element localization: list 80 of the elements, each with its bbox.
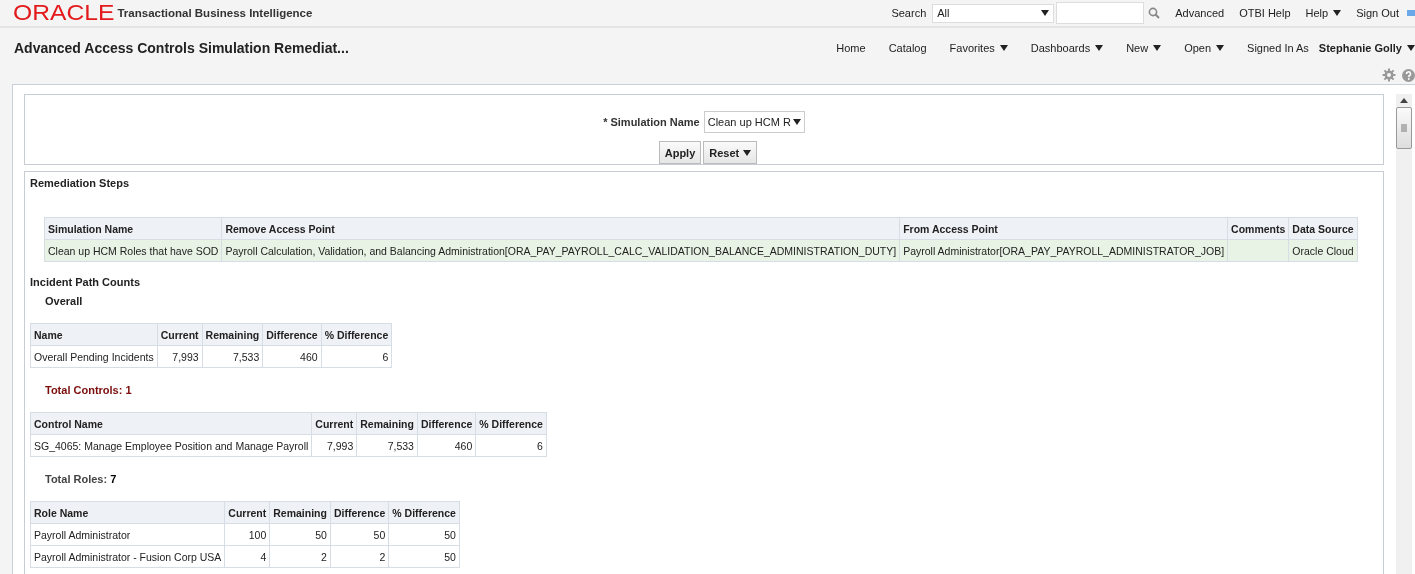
column-header: From Access Point: [899, 217, 1228, 240]
table-cell: 7,993: [311, 434, 357, 457]
table-cell: 460: [262, 345, 322, 368]
table-cell: 7,533: [202, 345, 263, 368]
subsection-title: Overall: [45, 295, 84, 307]
table-cell: SG_4065: Manage Employee Position and Manage Payroll: [30, 434, 312, 457]
nav-link[interactable]: Home: [836, 42, 866, 54]
column-header: Difference: [330, 501, 389, 524]
scroll-up-icon[interactable]: [1400, 98, 1408, 103]
table-cell: 4: [224, 545, 270, 568]
total-label: Total Controls: 1: [45, 384, 133, 396]
nav-link[interactable]: Favorites: [949, 42, 1008, 54]
table-cell: Payroll Calculation, Validation, and Balancing Administration[ORA_PAY_PAYROLL_CALC_VALIDATION_BALANCE_ADMINISTRATION_DUTY]: [221, 239, 900, 262]
column-header: Role Name: [30, 501, 225, 524]
nav-link[interactable]: Catalog: [888, 42, 927, 54]
column-header: Current: [157, 323, 203, 346]
table-cell: 100: [224, 523, 270, 546]
section-title: Incident Path Counts: [30, 276, 141, 288]
column-header: Name: [30, 323, 158, 346]
column-header: Control Name: [30, 412, 312, 435]
table-cell: 6: [475, 434, 547, 457]
table-cell: 6: [321, 345, 392, 368]
section-title: Remediation Steps: [30, 177, 131, 189]
table-cell: 50: [388, 545, 460, 568]
action-button[interactable]: Apply: [658, 141, 702, 164]
status-icon: [1407, 10, 1415, 16]
search-label: Search: [891, 7, 927, 19]
column-header: Current: [311, 412, 357, 435]
signed-in-label: Signed In As: [1247, 42, 1309, 54]
table-cell: 460: [417, 434, 476, 457]
table-cell: Payroll Administrator - Fusion Corp USA: [30, 545, 225, 568]
column-header: Comments: [1227, 217, 1289, 240]
grip-icon: [1401, 124, 1407, 132]
header-link[interactable]: OTBI Help: [1239, 7, 1291, 19]
simulation-dropdown[interactable]: Clean up HCM R: [703, 111, 805, 133]
table-cell: Payroll Administrator[ORA_PAY_PAYROLL_ADMINISTRATOR_JOB]: [899, 239, 1228, 262]
column-header: % Difference: [321, 323, 392, 346]
table-cell: 50: [388, 523, 460, 546]
header-link[interactable]: Advanced: [1175, 7, 1225, 19]
settings-icon[interactable]: [1382, 68, 1396, 82]
table-cell: Clean up HCM Roles that have SOD: [44, 239, 222, 262]
search-field[interactable]: [1056, 2, 1145, 24]
table-cell: 50: [330, 523, 389, 546]
column-header: Difference: [417, 412, 476, 435]
column-header: Data Source: [1288, 217, 1358, 240]
header-link[interactable]: Help: [1305, 7, 1342, 19]
search-scope-dropdown[interactable]: All: [932, 3, 1055, 23]
column-header: % Difference: [475, 412, 547, 435]
nav-link[interactable]: Dashboards: [1030, 42, 1104, 54]
column-header: Simulation Name: [44, 217, 222, 240]
table-cell: 7,533: [356, 434, 418, 457]
caret-icon: [1407, 45, 1415, 51]
table-cell: 2: [330, 545, 389, 568]
column-header: Remaining: [269, 501, 331, 524]
search-icon[interactable]: [1148, 7, 1161, 19]
caret-icon: [792, 119, 801, 125]
prompt-label: * Simulation Name: [603, 116, 700, 128]
table-cell: 7,993: [157, 345, 203, 368]
column-header: Remaining: [356, 412, 418, 435]
page-title: Advanced Access Controls Simulation Remediat...: [14, 40, 349, 56]
nav-link[interactable]: New: [1126, 42, 1162, 54]
table-cell: Payroll Administrator: [30, 523, 225, 546]
table-cell: 50: [269, 523, 331, 546]
total-label: Total Roles: 7: [45, 473, 118, 485]
column-header: % Difference: [388, 501, 460, 524]
help-icon[interactable]: [1402, 68, 1415, 82]
nav-link[interactable]: Open: [1184, 42, 1225, 54]
column-header: Remaining: [202, 323, 263, 346]
column-header: Difference: [262, 323, 322, 346]
logo: ORACLE: [13, 2, 115, 24]
user-menu[interactable]: Stephanie Golly: [1318, 42, 1415, 54]
column-header: Remove Access Point: [221, 217, 900, 240]
header-link[interactable]: Sign Out: [1356, 7, 1399, 19]
menu-button[interactable]: Reset: [703, 141, 758, 164]
column-header: Current: [224, 501, 270, 524]
table-cell: Overall Pending Incidents: [30, 345, 158, 368]
product-name: Transactional Business Intelligence: [117, 7, 313, 19]
scrollbar[interactable]: [1396, 94, 1412, 574]
caret-icon: [1041, 10, 1050, 16]
table-cell: 2: [269, 545, 331, 568]
